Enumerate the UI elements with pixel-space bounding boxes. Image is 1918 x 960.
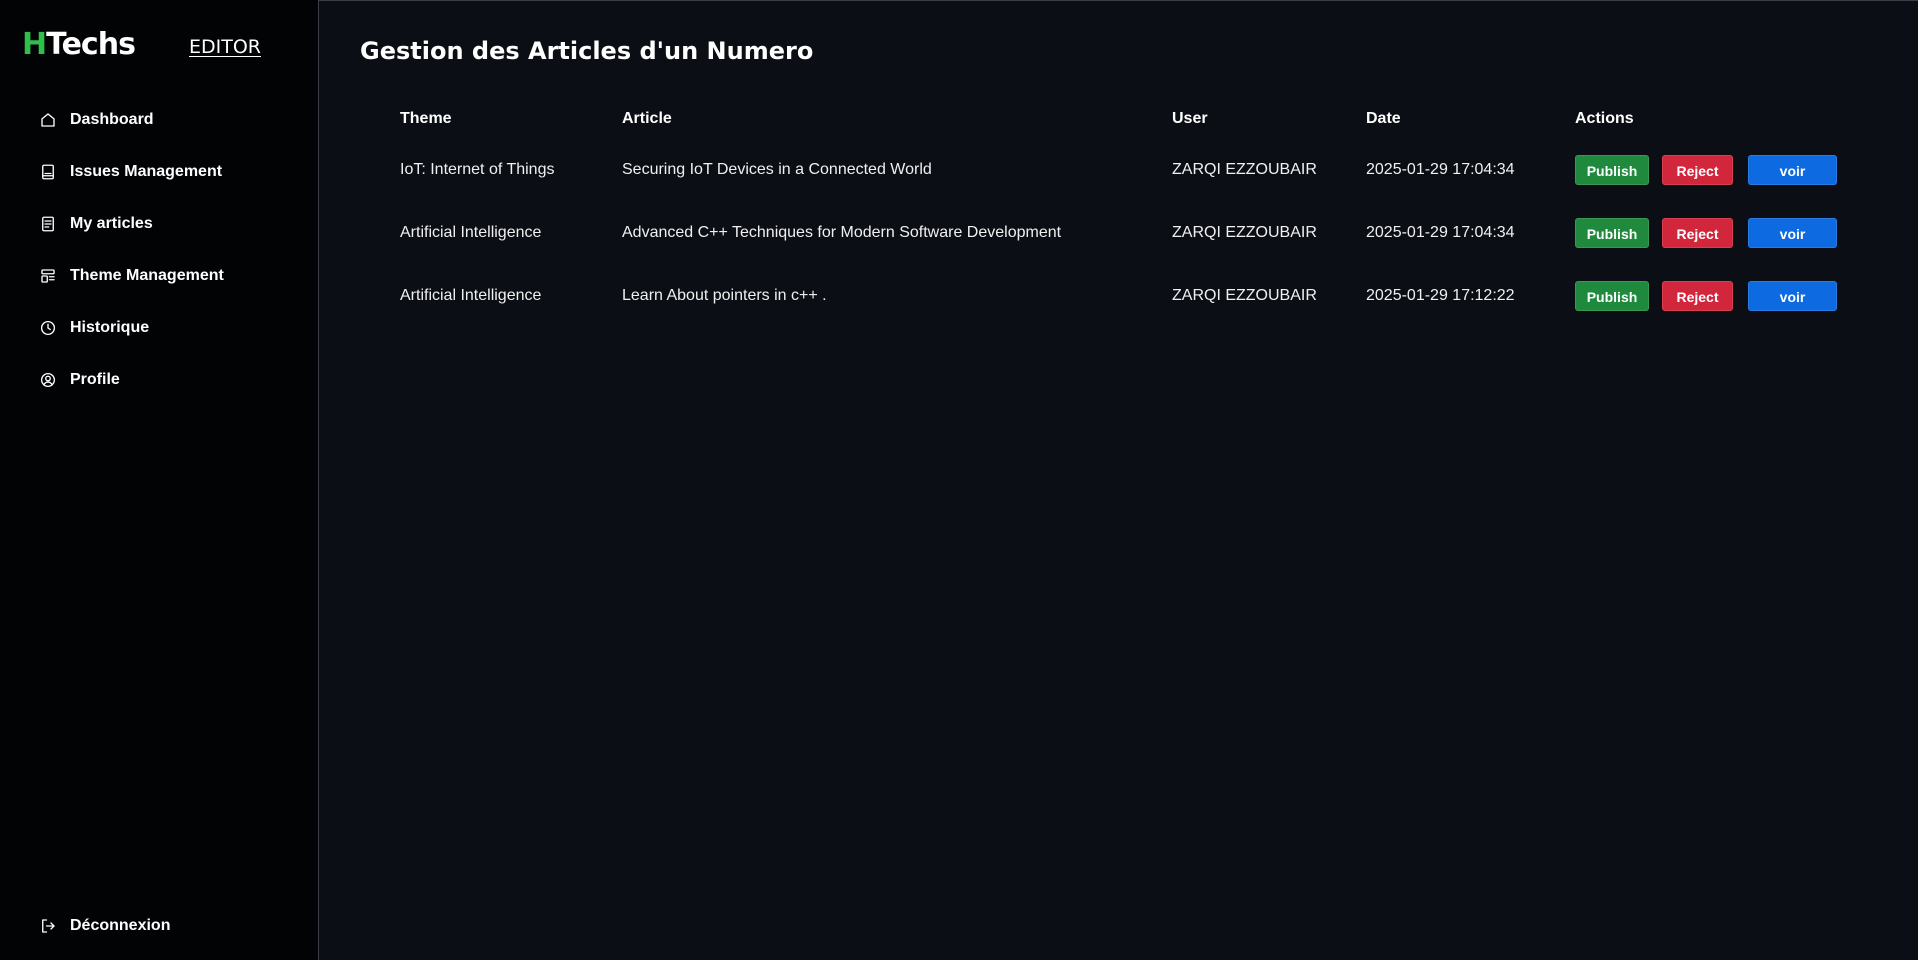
cell-user: ZARQI EZZOUBAIR <box>1172 223 1317 241</box>
cell-actions: Publish Reject voir <box>1575 264 1875 327</box>
table-row: Artificial Intelligence Advanced C++ Tec… <box>400 201 1875 264</box>
page-title: Gestion des Articles d'un Numero <box>360 37 814 65</box>
home-icon <box>38 110 58 130</box>
sidebar-item-historique[interactable]: Historique <box>38 302 308 354</box>
table-row: Artificial Intelligence Learn About poin… <box>400 264 1875 327</box>
cell-article: Securing IoT Devices in a Connected Worl… <box>622 160 932 178</box>
reject-button[interactable]: Reject <box>1662 154 1733 185</box>
layout-icon <box>38 266 58 286</box>
publish-button[interactable]: Publish <box>1575 280 1649 311</box>
column-header-date: Date <box>1366 110 1401 127</box>
sidebar-item-label: Profile <box>70 371 120 388</box>
sidebar-item-label: Issues Management <box>70 163 223 180</box>
cell-date: 2025-01-29 17:04:34 <box>1366 223 1515 241</box>
view-button[interactable]: voir <box>1748 154 1837 185</box>
sidebar-item-label: Historique <box>70 319 150 336</box>
main-content: Gestion des Articles d'un Numero Theme A… <box>319 0 1918 960</box>
editor-link[interactable]: EDITOR <box>189 36 261 58</box>
cell-date: 2025-01-29 17:04:34 <box>1366 160 1515 178</box>
view-button[interactable]: voir <box>1748 280 1837 311</box>
column-header-actions: Actions <box>1575 110 1634 127</box>
table-header-row: Theme Article User Date Actions <box>400 100 1875 138</box>
sidebar: H Techs EDITOR Dashboard Issues Managemen… <box>0 0 319 960</box>
column-header-theme: Theme <box>400 110 452 127</box>
sidebar-item-theme-management[interactable]: Theme Management <box>38 250 308 302</box>
sidebar-nav: Dashboard Issues Management My articles … <box>38 94 308 406</box>
reject-button[interactable]: Reject <box>1662 280 1733 311</box>
cell-user: ZARQI EZZOUBAIR <box>1172 286 1317 304</box>
publish-button[interactable]: Publish <box>1575 217 1649 248</box>
user-circle-icon <box>38 370 58 390</box>
logo[interactable]: H Techs <box>22 26 136 62</box>
cell-article: Learn About pointers in c++ . <box>622 286 827 304</box>
cell-theme: Artificial Intelligence <box>400 223 542 241</box>
logo-mark: H <box>22 27 47 62</box>
sidebar-item-label: My articles <box>70 215 153 232</box>
cell-actions: Publish Reject voir <box>1575 138 1875 201</box>
cell-article: Advanced C++ Techniques for Modern Softw… <box>622 223 1062 241</box>
logout-icon <box>38 916 58 936</box>
cell-user: ZARQI EZZOUBAIR <box>1172 160 1317 178</box>
logout-button[interactable]: Déconnexion <box>38 900 170 952</box>
logo-text: Techs <box>46 27 136 62</box>
sidebar-item-issues-management[interactable]: Issues Management <box>38 146 308 198</box>
cell-actions: Publish Reject voir <box>1575 201 1875 264</box>
publish-button[interactable]: Publish <box>1575 154 1649 185</box>
cell-date: 2025-01-29 17:12:22 <box>1366 286 1515 304</box>
sidebar-item-label: Theme Management <box>70 267 224 284</box>
cell-theme: IoT: Internet of Things <box>400 160 555 178</box>
sidebar-item-dashboard[interactable]: Dashboard <box>38 94 308 146</box>
sidebar-item-label: Dashboard <box>70 111 154 128</box>
column-header-article: Article <box>622 110 672 127</box>
reject-button[interactable]: Reject <box>1662 217 1733 248</box>
table-row: IoT: Internet of Things Securing IoT Dev… <box>400 138 1875 201</box>
book-icon <box>38 162 58 182</box>
view-button[interactable]: voir <box>1748 217 1837 248</box>
articles-table: Theme Article User Date Actions IoT: Int… <box>400 100 1875 327</box>
column-header-user: User <box>1172 110 1208 127</box>
sidebar-item-profile[interactable]: Profile <box>38 354 308 406</box>
document-icon <box>38 214 58 234</box>
clock-icon <box>38 318 58 338</box>
cell-theme: Artificial Intelligence <box>400 286 542 304</box>
logout-label: Déconnexion <box>70 917 171 934</box>
sidebar-item-my-articles[interactable]: My articles <box>38 198 308 250</box>
